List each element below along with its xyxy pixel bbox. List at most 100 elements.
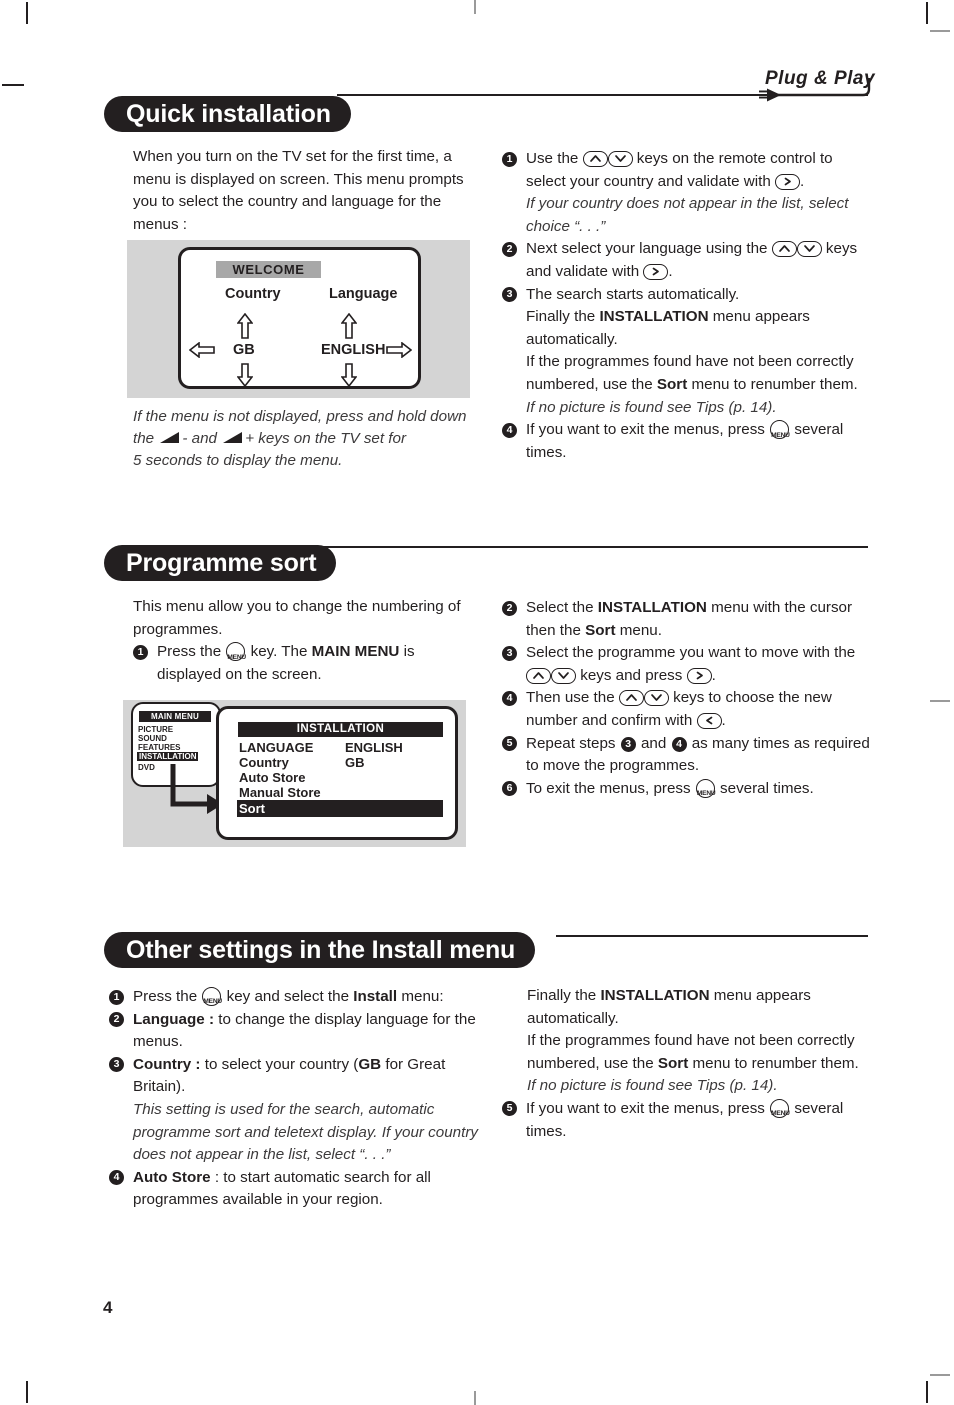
quick-installation-intro: When you turn on the TV set for the firs… bbox=[133, 148, 464, 233]
step-text: Language : to change the display languag… bbox=[133, 1011, 476, 1051]
step-text: If you want to exit the menus, press MEN… bbox=[526, 1098, 844, 1140]
country-left-arrow-icon bbox=[188, 341, 215, 363]
up-key-icon bbox=[618, 690, 644, 707]
installation-row-label: Country bbox=[239, 755, 289, 770]
welcome-language-header: Language bbox=[329, 286, 398, 302]
up-key-icon bbox=[771, 241, 797, 258]
right-key-icon bbox=[686, 667, 712, 684]
caption-line-2-c: + keys on the TV set for bbox=[245, 429, 407, 447]
installation-row-selected: Sort bbox=[237, 800, 443, 817]
section-title-other-settings: Other settings in the Install menu bbox=[104, 932, 536, 968]
step-text: If you want to exit the menus, press MEN… bbox=[526, 420, 844, 461]
step-item: 4 If you want to exit the menus, press M… bbox=[502, 419, 870, 464]
step-line-1: The search starts automatically. bbox=[526, 285, 740, 303]
left-key-icon bbox=[696, 712, 722, 729]
step-number: 1 bbox=[502, 151, 517, 167]
crop-mark-bottom-right-vertical bbox=[926, 1381, 928, 1403]
language-right-arrow-icon bbox=[386, 341, 413, 363]
step-text: Use the keys on the remote control to se… bbox=[526, 150, 833, 190]
step-number: 6 bbox=[502, 781, 517, 797]
language-down-arrow-icon bbox=[340, 363, 358, 392]
up-key-icon bbox=[582, 151, 608, 167]
section-title-text: Other settings in the Install menu bbox=[126, 935, 516, 964]
step-number: 3 bbox=[109, 1057, 124, 1073]
step-number: 5 bbox=[502, 1101, 517, 1117]
welcome-osd-title: WELCOME bbox=[216, 261, 321, 278]
main-menu-title: MAIN MENU bbox=[139, 711, 211, 722]
menu-key-icon: MENU bbox=[202, 987, 222, 1006]
installation-screen: INSTALLATION LANGUAGE ENGLISH Country GB… bbox=[216, 706, 458, 840]
step-note: This setting is used for the search, aut… bbox=[133, 1100, 478, 1164]
caption-line-3: 5 seconds to display the menu. bbox=[133, 452, 343, 469]
main-menu-item-selected: INSTALLATION bbox=[137, 752, 199, 761]
caption-line-1: If the menu is not displayed, press and … bbox=[133, 408, 467, 425]
step-item: 3 Select the programme you want to move … bbox=[502, 642, 870, 687]
page-number: 4 bbox=[103, 1298, 113, 1317]
step-reference: 4 bbox=[671, 736, 687, 752]
step-text: Next select your language using the keys… bbox=[526, 240, 858, 280]
section-rule-3 bbox=[556, 935, 868, 937]
main-menu-item: SOUND bbox=[138, 734, 167, 743]
right-key-icon bbox=[775, 173, 801, 190]
section-rule-2 bbox=[279, 546, 868, 548]
country-up-arrow-icon bbox=[236, 312, 254, 344]
language-up-arrow-icon bbox=[340, 312, 358, 344]
right-note: If no picture is found see Tips (p. 14). bbox=[527, 1077, 778, 1095]
welcome-menu-screen: WELCOME Country Language GB ENGLISH bbox=[178, 247, 421, 389]
menu-key-icon: MENU bbox=[226, 642, 246, 662]
welcome-country-header: Country bbox=[225, 286, 281, 302]
step-item: 6 To exit the menus, press MENU several … bbox=[502, 778, 870, 801]
other-settings-left-column: 1 Press the MENU key and select the Inst… bbox=[109, 986, 479, 1212]
document-page: Plug & Play Quick installation When you … bbox=[0, 0, 954, 1405]
menu-key-icon: MENU bbox=[695, 778, 716, 798]
crop-mark-top-left-horizontal bbox=[2, 84, 24, 86]
down-key-icon bbox=[607, 151, 633, 167]
menu-figure-background: MAIN MENU PICTURE SOUND FEATURES INSTALL… bbox=[123, 700, 466, 847]
programme-sort-left-column: This menu allow you to change the number… bbox=[133, 596, 478, 686]
caption-line-2: the - and + keys on the TV set for bbox=[133, 428, 478, 451]
other-settings-right-column: Finally the INSTALLATION menu appears au… bbox=[502, 985, 872, 1143]
section-rule-1 bbox=[337, 94, 868, 96]
installation-row-label: Auto Store bbox=[239, 770, 306, 785]
crop-mark-bottom-left-vertical bbox=[26, 1381, 28, 1403]
section-title-text: Quick installation bbox=[126, 99, 331, 128]
installation-row-value: GB bbox=[345, 755, 365, 770]
section-title-quick-installation: Quick installation bbox=[104, 96, 351, 132]
menu-key-icon: MENU bbox=[770, 420, 790, 440]
section-title-text: Programme sort bbox=[126, 548, 317, 577]
crop-mark-bottom-center bbox=[474, 1391, 476, 1405]
main-menu-item: DVD bbox=[138, 763, 155, 772]
step-number: 2 bbox=[502, 241, 517, 257]
step-text: Press the MENU key. The MAIN MENU is dis… bbox=[157, 642, 415, 683]
down-key-icon bbox=[796, 241, 822, 258]
plug-and-play-logo: Plug & Play bbox=[757, 64, 877, 106]
programme-sort-intro: This menu allow you to change the number… bbox=[133, 598, 461, 638]
main-menu-item: FEATURES bbox=[138, 743, 181, 752]
step-item: 3 Country : to select your country (GB f… bbox=[109, 1054, 479, 1167]
menu-key-icon: MENU bbox=[770, 1098, 790, 1118]
crop-mark-top-right-vertical bbox=[926, 2, 928, 24]
step-item: 2 Next select your language using the ke… bbox=[502, 238, 870, 283]
step-number: 5 bbox=[502, 736, 517, 752]
step-reference: 3 bbox=[620, 736, 636, 752]
quick-installation-left-column: When you turn on the TV set for the firs… bbox=[133, 146, 475, 236]
step-number: 4 bbox=[109, 1170, 124, 1186]
step-number: 4 bbox=[502, 422, 517, 438]
section-title-programme-sort: Programme sort bbox=[104, 545, 337, 581]
up-key-icon bbox=[526, 667, 551, 684]
step-item: 5 Repeat steps 3 and 4 as many times as … bbox=[502, 733, 870, 778]
step-item: 1 Press the MENU key and select the Inst… bbox=[109, 986, 479, 1009]
step-item: 2 Select the INSTALLATION menu with the … bbox=[502, 597, 870, 642]
main-menu-item: PICTURE bbox=[138, 725, 174, 734]
down-key-icon bbox=[551, 667, 576, 684]
step-bold: Language : bbox=[133, 1010, 215, 1028]
step-item: 5 If you want to exit the menus, press M… bbox=[502, 1098, 872, 1143]
step-number: 3 bbox=[502, 645, 517, 661]
step-item: 1 Use the keys on the remote control to … bbox=[502, 148, 870, 238]
step-item: 4 Auto Store : to start automatic search… bbox=[109, 1167, 479, 1212]
step-item: 4 Then use the keys to choose the new nu… bbox=[502, 687, 870, 732]
right-line-2: If the programmes found have not been co… bbox=[527, 1032, 859, 1072]
caption-line-2-b: - and bbox=[182, 429, 217, 447]
step-text: Then use the keys to choose the new numb… bbox=[526, 689, 832, 729]
step-note: If your country does not appear in the l… bbox=[526, 195, 849, 235]
